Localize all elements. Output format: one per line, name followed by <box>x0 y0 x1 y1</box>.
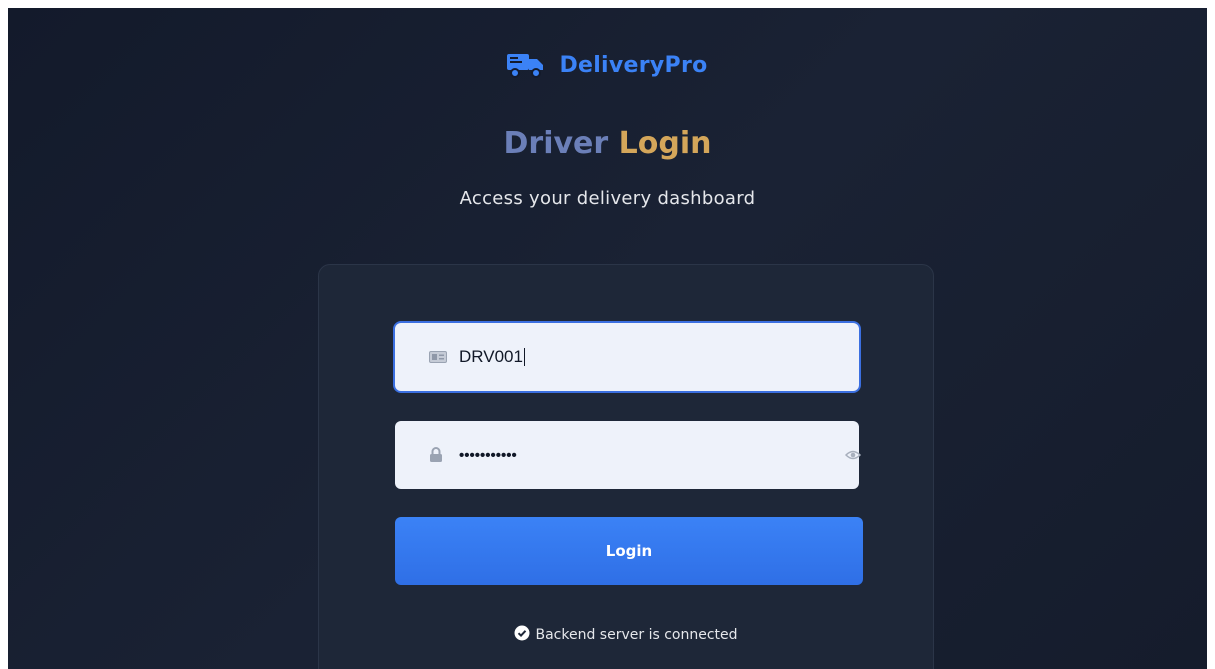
brand-name: DeliveryPro <box>559 52 708 78</box>
status-text: Backend server is connected <box>535 627 738 643</box>
driver-id-value: DRV001 <box>459 347 523 366</box>
driver-id-input[interactable]: DRV001 <box>395 323 859 391</box>
page-subtitle: Access your delivery dashboard <box>459 188 756 209</box>
id-card-icon <box>429 348 447 366</box>
connection-status: Backend server is connected <box>319 625 933 645</box>
login-card: DRV001 ••••••••••• Login Backend server … <box>318 264 934 669</box>
login-button[interactable]: Login <box>395 517 863 585</box>
truck-icon <box>507 50 545 80</box>
title-part-driver: Driver <box>503 126 609 161</box>
eye-icon[interactable] <box>844 447 862 466</box>
password-value: ••••••••••• <box>459 446 517 464</box>
page-title: Driver Login <box>8 126 1207 161</box>
title-part-login: Login <box>618 126 712 161</box>
login-page: DeliveryPro Driver Login Access your del… <box>8 8 1207 669</box>
brand-header: DeliveryPro <box>8 50 1207 80</box>
lock-icon <box>429 446 447 464</box>
text-caret <box>523 348 525 366</box>
password-input[interactable]: ••••••••••• <box>395 421 862 489</box>
check-circle-icon <box>514 625 530 645</box>
